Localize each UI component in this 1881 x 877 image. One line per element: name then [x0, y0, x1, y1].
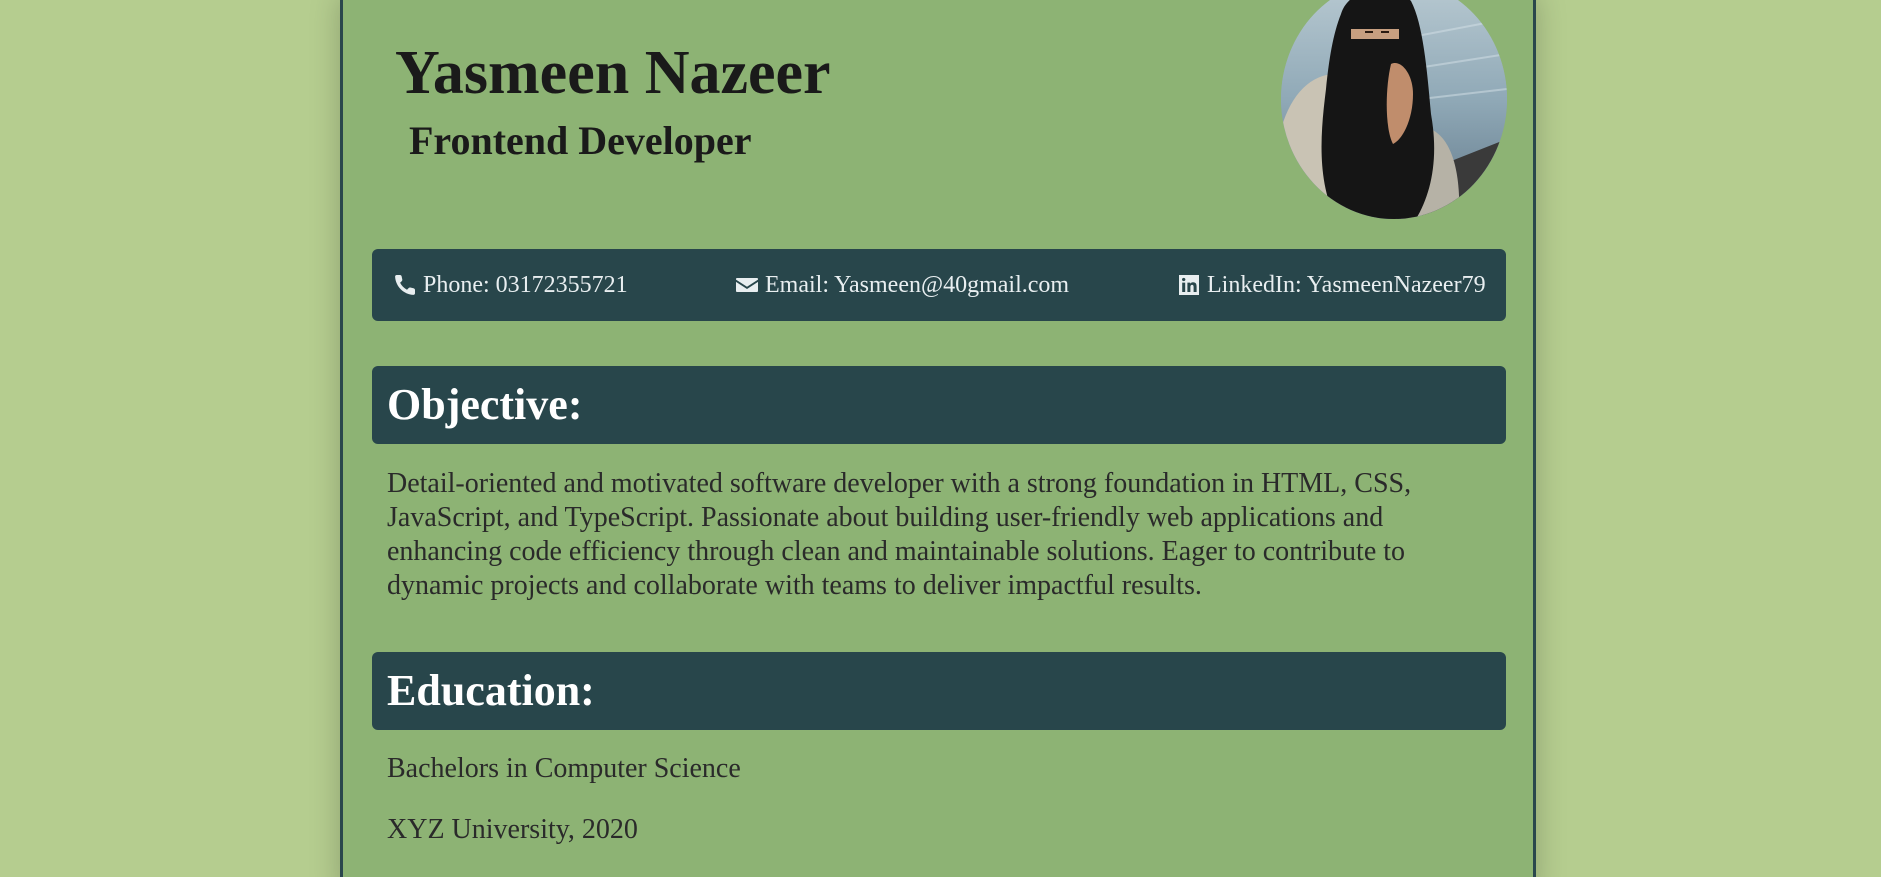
avatar	[1281, 0, 1507, 219]
objective-title: Objective:	[387, 380, 583, 429]
education-title: Education:	[387, 666, 595, 715]
page-title: Yasmeen Nazeer	[395, 39, 831, 107]
education-degree: Bachelors in Computer Science	[387, 753, 741, 784]
resume-card: Yasmeen Nazeer Frontend Developer Phone:…	[340, 0, 1536, 877]
contact-email[interactable]: Email: Yasmeen@40gmail.com	[735, 249, 1069, 321]
education-school: XYZ University, 2020	[387, 814, 638, 845]
phone-icon	[393, 273, 417, 297]
envelope-icon	[735, 273, 759, 297]
contact-linkedin[interactable]: LinkedIn: YasmeenNazeer79	[1177, 249, 1486, 321]
linkedin-icon	[1177, 273, 1201, 297]
linkedin-text: LinkedIn: YasmeenNazeer79	[1207, 271, 1486, 298]
objective-text: Detail-oriented and motivated software d…	[387, 468, 1412, 601]
objective-header: Objective:	[372, 366, 1506, 444]
phone-text: Phone: 03172355721	[423, 271, 628, 298]
email-text: Email: Yasmeen@40gmail.com	[765, 271, 1070, 298]
contact-bar: Phone: 03172355721 Email: Yasmeen@40gmai…	[372, 249, 1506, 321]
job-title: Frontend Developer	[409, 118, 752, 163]
contact-phone[interactable]: Phone: 03172355721	[393, 249, 628, 321]
education-header: Education:	[372, 652, 1506, 730]
profile-photo	[1281, 0, 1507, 219]
